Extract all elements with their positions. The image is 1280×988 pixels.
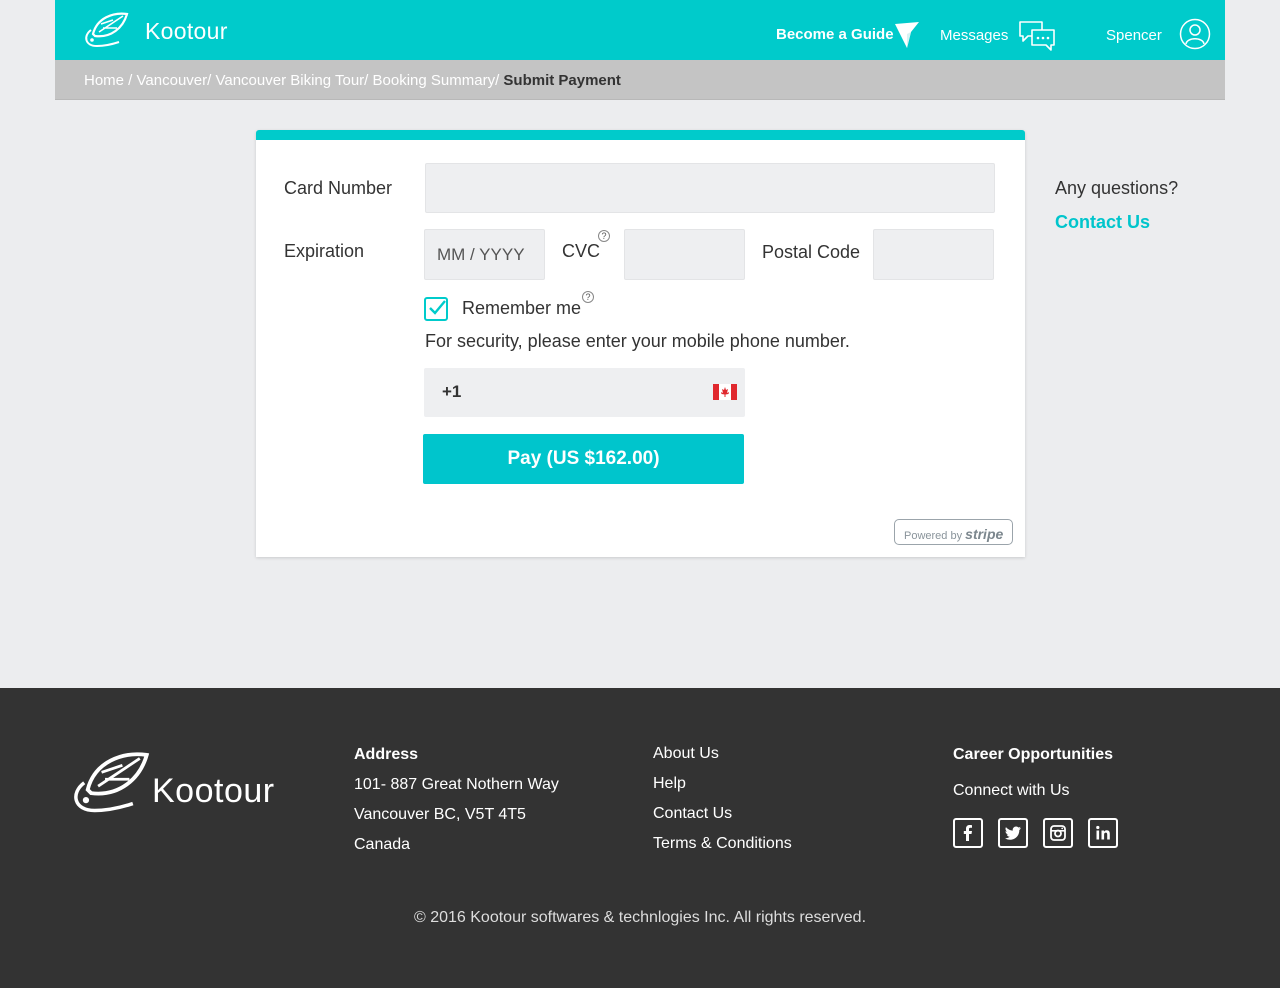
footer-link-about[interactable]: About Us (653, 745, 719, 763)
user-name[interactable]: Spencer (1106, 27, 1162, 44)
stripe-wordmark: stripe (965, 526, 1004, 542)
cvc-help-icon[interactable]: ? (598, 230, 610, 242)
linkedin-icon[interactable] (1088, 818, 1118, 848)
breadcrumb-home[interactable]: Home / (84, 72, 132, 89)
instagram-icon[interactable] (1043, 818, 1073, 848)
pay-button[interactable]: Pay (US $162.00) (423, 434, 744, 484)
canada-flag-icon[interactable] (713, 384, 737, 400)
kootour-logo-icon[interactable] (83, 10, 131, 48)
footer-brand[interactable]: Kootour (152, 772, 275, 811)
footer-kootour-logo-icon[interactable] (70, 748, 154, 814)
top-navigation-bar: Kootour Become a Guide Messages Spencer (55, 0, 1225, 60)
chat-bubbles-icon[interactable] (1018, 20, 1056, 52)
footer-link-help[interactable]: Help (653, 775, 686, 793)
expiration-label: Expiration (284, 241, 365, 261)
security-note: For security, please enter your mobile p… (425, 331, 850, 351)
address-heading: Address (354, 746, 419, 763)
footer-link-terms[interactable]: Terms & Conditions (653, 835, 792, 853)
address-line-1: 101- 887 Great Nothern Way (354, 776, 559, 793)
postal-code-label: Postal Code (762, 242, 861, 262)
breadcrumb-vancouver[interactable]: Vancouver/ (137, 72, 212, 89)
contact-us-link[interactable]: Contact Us (1055, 212, 1150, 233)
breadcrumb-tour[interactable]: Vancouver Biking Tour/ (215, 72, 368, 89)
powered-by-text: Powered by (904, 530, 963, 542)
breadcrumb: Home / Vancouver/ Vancouver Biking Tour/… (55, 60, 1225, 100)
twitter-icon[interactable] (998, 818, 1028, 848)
messages-link[interactable]: Messages (940, 27, 1008, 44)
phone-country-code: +1 (442, 382, 462, 401)
payment-form-card: Card Number Expiration CVC ? Postal Code… (256, 130, 1025, 557)
user-avatar-icon[interactable] (1179, 18, 1211, 50)
career-opportunities-link[interactable]: Career Opportunities (953, 746, 1113, 764)
remember-me-help-icon[interactable]: ? (582, 291, 594, 303)
address-line-2: Vancouver BC, V5T 4T5 (354, 806, 526, 823)
footer-link-contact[interactable]: Contact Us (653, 805, 732, 823)
powered-by-stripe-badge[interactable]: Powered by stripe (894, 519, 1013, 545)
facebook-icon[interactable] (953, 818, 983, 848)
breadcrumb-booking-summary[interactable]: Booking Summary/ (373, 72, 500, 89)
footer: Kootour Address 101- 887 Great Nothern W… (0, 688, 1280, 988)
pennant-flag-icon (895, 22, 919, 48)
brand-name[interactable]: Kootour (145, 18, 228, 45)
address-line-3: Canada (354, 836, 411, 853)
questions-text: Any questions? (1055, 178, 1179, 198)
phone-number-field[interactable]: +1 (424, 368, 745, 417)
postal-code-input[interactable] (873, 229, 994, 280)
checkmark-icon (429, 300, 446, 315)
card-number-input[interactable] (425, 163, 995, 213)
cvc-input[interactable] (624, 229, 745, 280)
expiration-input[interactable] (424, 229, 545, 280)
connect-with-us-label: Connect with Us (953, 782, 1070, 799)
cvc-label: CVC (562, 241, 601, 261)
remember-me-label[interactable]: Remember me (462, 298, 581, 319)
copyright-text: © 2016 Kootour softwares & technlogies I… (413, 909, 867, 926)
card-number-label: Card Number (284, 178, 393, 198)
become-guide-link[interactable]: Become a Guide (776, 26, 894, 43)
breadcrumb-current: Submit Payment (503, 72, 621, 89)
remember-me-checkbox[interactable] (424, 297, 448, 321)
